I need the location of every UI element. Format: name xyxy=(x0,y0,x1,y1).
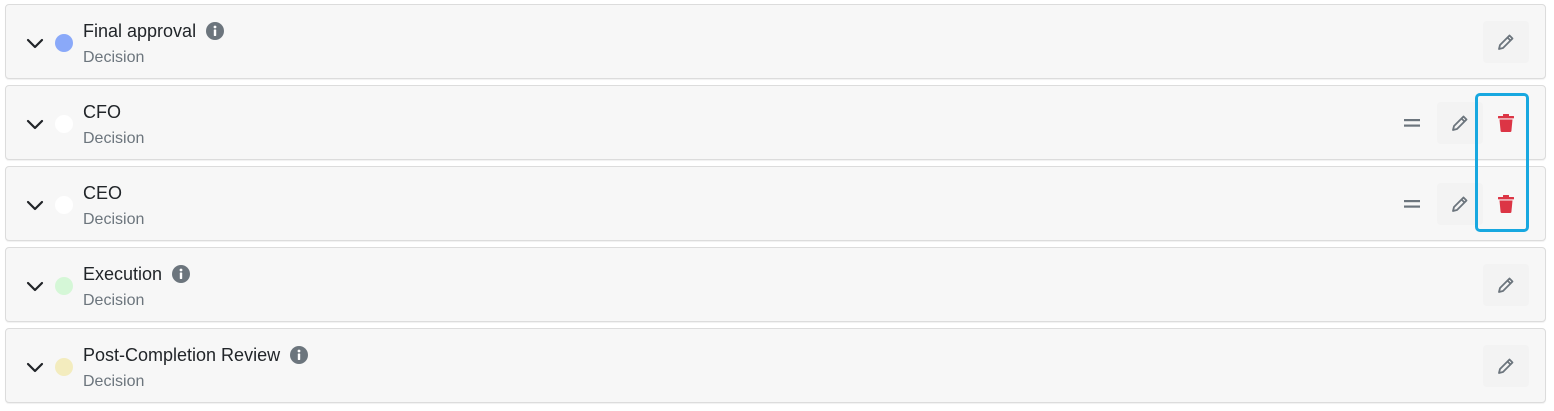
stage-color-dot xyxy=(55,358,73,376)
chevron-down-icon[interactable] xyxy=(25,114,45,134)
drag-handle-icon[interactable] xyxy=(1389,102,1435,144)
stage-list: Final approval Decision CFO Decision CEO… xyxy=(5,4,1546,409)
delete-button[interactable] xyxy=(1483,183,1529,225)
stage-row-post-completion-review[interactable]: Post-Completion Review Decision xyxy=(5,328,1546,403)
edit-button[interactable] xyxy=(1483,345,1529,387)
edit-button[interactable] xyxy=(1483,264,1529,306)
stage-row-cfo[interactable]: CFO Decision xyxy=(5,85,1546,160)
edit-button[interactable] xyxy=(1437,183,1483,225)
stage-row-execution[interactable]: Execution Decision xyxy=(5,247,1546,322)
stage-subtitle: Decision xyxy=(83,49,145,66)
info-circle-icon[interactable] xyxy=(290,346,309,364)
edit-button[interactable] xyxy=(1437,102,1483,144)
stage-actions xyxy=(1389,183,1529,225)
stage-actions xyxy=(1389,102,1529,144)
stage-subtitle: Decision xyxy=(83,373,145,390)
stage-color-dot xyxy=(55,34,73,52)
info-circle-icon[interactable] xyxy=(206,22,225,40)
stage-title: Final approval xyxy=(83,21,197,41)
trash-icon xyxy=(1498,195,1514,213)
pencil-icon xyxy=(1452,115,1468,131)
drag-handle-icon[interactable] xyxy=(1389,183,1435,225)
stage-color-dot xyxy=(55,196,73,214)
pencil-icon xyxy=(1498,358,1514,374)
stage-title-wrap: Final approval xyxy=(83,19,225,43)
stage-actions xyxy=(1483,21,1529,63)
stage-title-wrap: CEO xyxy=(83,181,122,205)
stage-title: CFO xyxy=(83,102,121,122)
stage-title: Execution xyxy=(83,264,163,284)
info-circle-icon[interactable] xyxy=(172,265,191,283)
pencil-icon xyxy=(1452,196,1468,212)
chevron-down-icon[interactable] xyxy=(25,357,45,377)
stage-title-wrap: Execution xyxy=(83,262,191,286)
stage-color-dot xyxy=(55,115,73,133)
stage-title: Post-Completion Review xyxy=(83,345,281,365)
edit-button[interactable] xyxy=(1483,21,1529,63)
chevron-down-icon[interactable] xyxy=(25,276,45,296)
stage-title-wrap: Post-Completion Review xyxy=(83,343,309,367)
stage-row-ceo[interactable]: CEO Decision xyxy=(5,166,1546,241)
stage-color-dot xyxy=(55,277,73,295)
pencil-icon xyxy=(1498,277,1514,293)
chevron-down-icon[interactable] xyxy=(25,195,45,215)
delete-button[interactable] xyxy=(1483,102,1529,144)
stage-title-wrap: CFO xyxy=(83,100,121,124)
chevron-down-icon[interactable] xyxy=(25,33,45,53)
stage-actions xyxy=(1483,264,1529,306)
trash-icon xyxy=(1498,114,1514,132)
pencil-icon xyxy=(1498,34,1514,50)
stage-row-final-approval[interactable]: Final approval Decision xyxy=(5,4,1546,79)
stage-subtitle: Decision xyxy=(83,130,145,147)
stage-subtitle: Decision xyxy=(83,211,145,228)
stage-actions xyxy=(1483,345,1529,387)
stage-subtitle: Decision xyxy=(83,292,145,309)
stage-title: CEO xyxy=(83,183,123,203)
